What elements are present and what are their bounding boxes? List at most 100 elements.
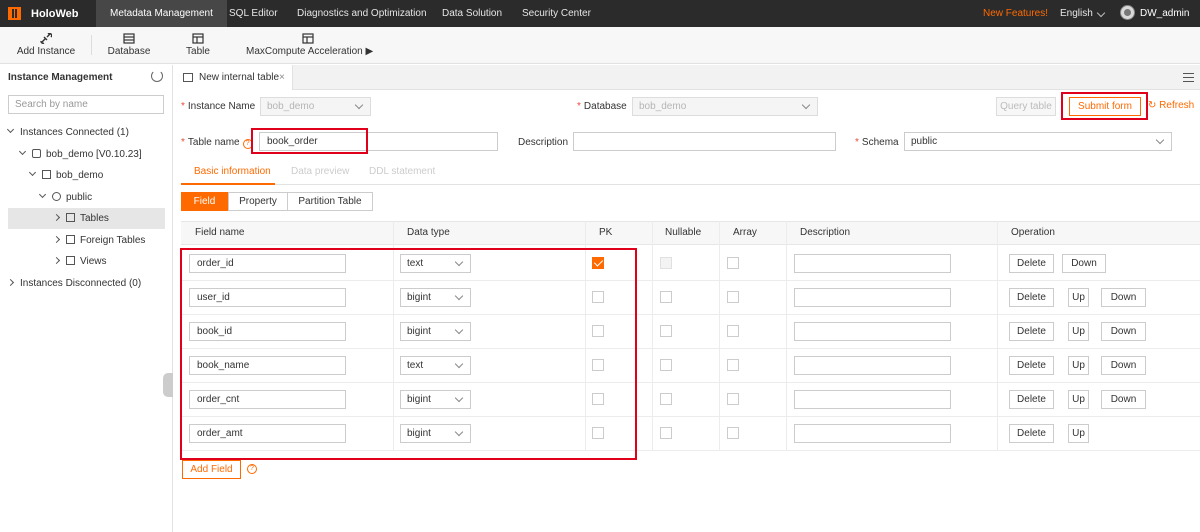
- tree-database-bob-demo[interactable]: bob_demo: [28, 165, 104, 186]
- database-button[interactable]: Database: [104, 27, 154, 64]
- database-icon: [123, 33, 135, 44]
- nullable-checkbox[interactable]: [660, 325, 672, 337]
- table-row: bigint Delete Up Down: [181, 314, 1200, 349]
- up-button[interactable]: Up: [1068, 424, 1089, 443]
- add-instance-label: Add Instance: [16, 46, 76, 57]
- segment-field[interactable]: Field: [181, 192, 228, 211]
- data-type-select[interactable]: bigint: [400, 322, 471, 341]
- delete-button[interactable]: Delete: [1009, 288, 1054, 307]
- chevron-down-icon: [354, 100, 364, 110]
- pk-checkbox[interactable]: [592, 393, 604, 405]
- table-icon: [183, 73, 193, 82]
- down-button[interactable]: Down: [1062, 254, 1106, 273]
- sidebar-collapse-handle[interactable]: [163, 373, 173, 397]
- tab-basic-information[interactable]: Basic information: [194, 166, 271, 177]
- submit-form-button[interactable]: Submit form: [1069, 97, 1141, 116]
- up-button[interactable]: Up: [1068, 356, 1089, 375]
- delete-button[interactable]: Delete: [1009, 424, 1054, 443]
- field-name-input[interactable]: [189, 390, 346, 409]
- refresh-link[interactable]: ↻ Refresh: [1148, 100, 1194, 111]
- nav-diagnostics[interactable]: Diagnostics and Optimization: [297, 0, 427, 27]
- delete-button[interactable]: Delete: [1009, 356, 1054, 375]
- array-checkbox[interactable]: [727, 359, 739, 371]
- table-name-input[interactable]: [259, 132, 498, 151]
- nav-metadata-management[interactable]: Metadata Management: [96, 0, 227, 27]
- array-checkbox[interactable]: [727, 427, 739, 439]
- tree-label: bob_demo: [56, 170, 104, 181]
- new-features-link[interactable]: New Features!: [983, 0, 1048, 27]
- up-button[interactable]: Up: [1068, 288, 1089, 307]
- down-button[interactable]: Down: [1101, 288, 1146, 307]
- segment-partition-table[interactable]: Partition Table: [287, 192, 373, 211]
- tree-instance-bob-demo[interactable]: bob_demo [V0.10.23]: [18, 144, 142, 165]
- add-instance-button[interactable]: Add Instance: [14, 27, 78, 64]
- chevron-right-icon: [52, 213, 61, 222]
- description-input[interactable]: [794, 390, 951, 409]
- schema-select[interactable]: public: [904, 132, 1172, 151]
- down-button[interactable]: Down: [1101, 356, 1146, 375]
- delete-button[interactable]: Delete: [1009, 254, 1054, 273]
- close-icon[interactable]: ×: [279, 65, 285, 90]
- nullable-checkbox[interactable]: [660, 359, 672, 371]
- tree-tables[interactable]: Tables: [8, 208, 165, 229]
- chevron-down-icon: [454, 291, 464, 301]
- description-input[interactable]: [794, 356, 951, 375]
- sidebar-search-input[interactable]: [8, 95, 164, 114]
- avatar[interactable]: [1120, 5, 1135, 20]
- tree-views[interactable]: Views: [52, 251, 107, 272]
- nav-sql-editor[interactable]: SQL Editor: [229, 0, 278, 27]
- maxcompute-acceleration-button[interactable]: MaxCompute Acceleration ▶: [244, 27, 373, 64]
- delete-button[interactable]: Delete: [1009, 322, 1054, 341]
- pk-checkbox[interactable]: [592, 257, 604, 269]
- user-name[interactable]: DW_admin: [1140, 0, 1189, 27]
- down-button[interactable]: Down: [1101, 390, 1146, 409]
- description-input[interactable]: [794, 254, 951, 273]
- down-button[interactable]: Down: [1101, 322, 1146, 341]
- nullable-checkbox[interactable]: [660, 291, 672, 303]
- pk-checkbox[interactable]: [592, 427, 604, 439]
- description-input[interactable]: [794, 424, 951, 443]
- up-button[interactable]: Up: [1068, 390, 1089, 409]
- array-checkbox[interactable]: [727, 325, 739, 337]
- nav-security-center[interactable]: Security Center: [522, 0, 591, 27]
- tree-instances-connected[interactable]: Instances Connected (1): [6, 122, 129, 143]
- nullable-checkbox[interactable]: [660, 427, 672, 439]
- up-button[interactable]: Up: [1068, 322, 1089, 341]
- field-name-input[interactable]: [189, 288, 346, 307]
- pk-checkbox[interactable]: [592, 325, 604, 337]
- field-name-input[interactable]: [189, 322, 346, 341]
- pk-checkbox[interactable]: [592, 291, 604, 303]
- data-type-select[interactable]: bigint: [400, 288, 471, 307]
- delete-button[interactable]: Delete: [1009, 390, 1054, 409]
- tree-schema-public[interactable]: public: [38, 187, 92, 208]
- field-name-input[interactable]: [189, 254, 346, 273]
- nullable-checkbox[interactable]: [660, 393, 672, 405]
- data-type-select[interactable]: text: [400, 356, 471, 375]
- data-type-select[interactable]: bigint: [400, 390, 471, 409]
- description-input[interactable]: [794, 288, 951, 307]
- pk-checkbox[interactable]: [592, 359, 604, 371]
- segment-property[interactable]: Property: [228, 192, 288, 211]
- description-input[interactable]: [794, 322, 951, 341]
- holoweb-logo[interactable]: HoloWeb: [0, 0, 80, 27]
- tree-foreign-tables[interactable]: Foreign Tables: [52, 230, 145, 251]
- help-icon[interactable]: ?: [247, 464, 257, 474]
- help-icon[interactable]: ?: [242, 139, 253, 149]
- refresh-icon[interactable]: [151, 70, 163, 82]
- array-checkbox[interactable]: [727, 291, 739, 303]
- field-name-input[interactable]: [189, 424, 346, 443]
- data-type-select[interactable]: bigint: [400, 424, 471, 443]
- refresh-icon: ↻: [1148, 100, 1157, 111]
- data-type-select[interactable]: text: [400, 254, 471, 273]
- description-input[interactable]: [573, 132, 836, 151]
- tree-instances-disconnected[interactable]: Instances Disconnected (0): [6, 273, 141, 294]
- menu-icon[interactable]: [1183, 73, 1194, 82]
- add-field-button[interactable]: Add Field: [182, 460, 241, 479]
- language-selector[interactable]: English: [1060, 0, 1093, 27]
- array-checkbox[interactable]: [727, 393, 739, 405]
- nav-data-solution[interactable]: Data Solution: [442, 0, 502, 27]
- tab-new-internal-table[interactable]: New internal table ×: [173, 65, 293, 90]
- field-name-input[interactable]: [189, 356, 346, 375]
- array-checkbox[interactable]: [727, 257, 739, 269]
- table-button[interactable]: Table: [180, 27, 216, 64]
